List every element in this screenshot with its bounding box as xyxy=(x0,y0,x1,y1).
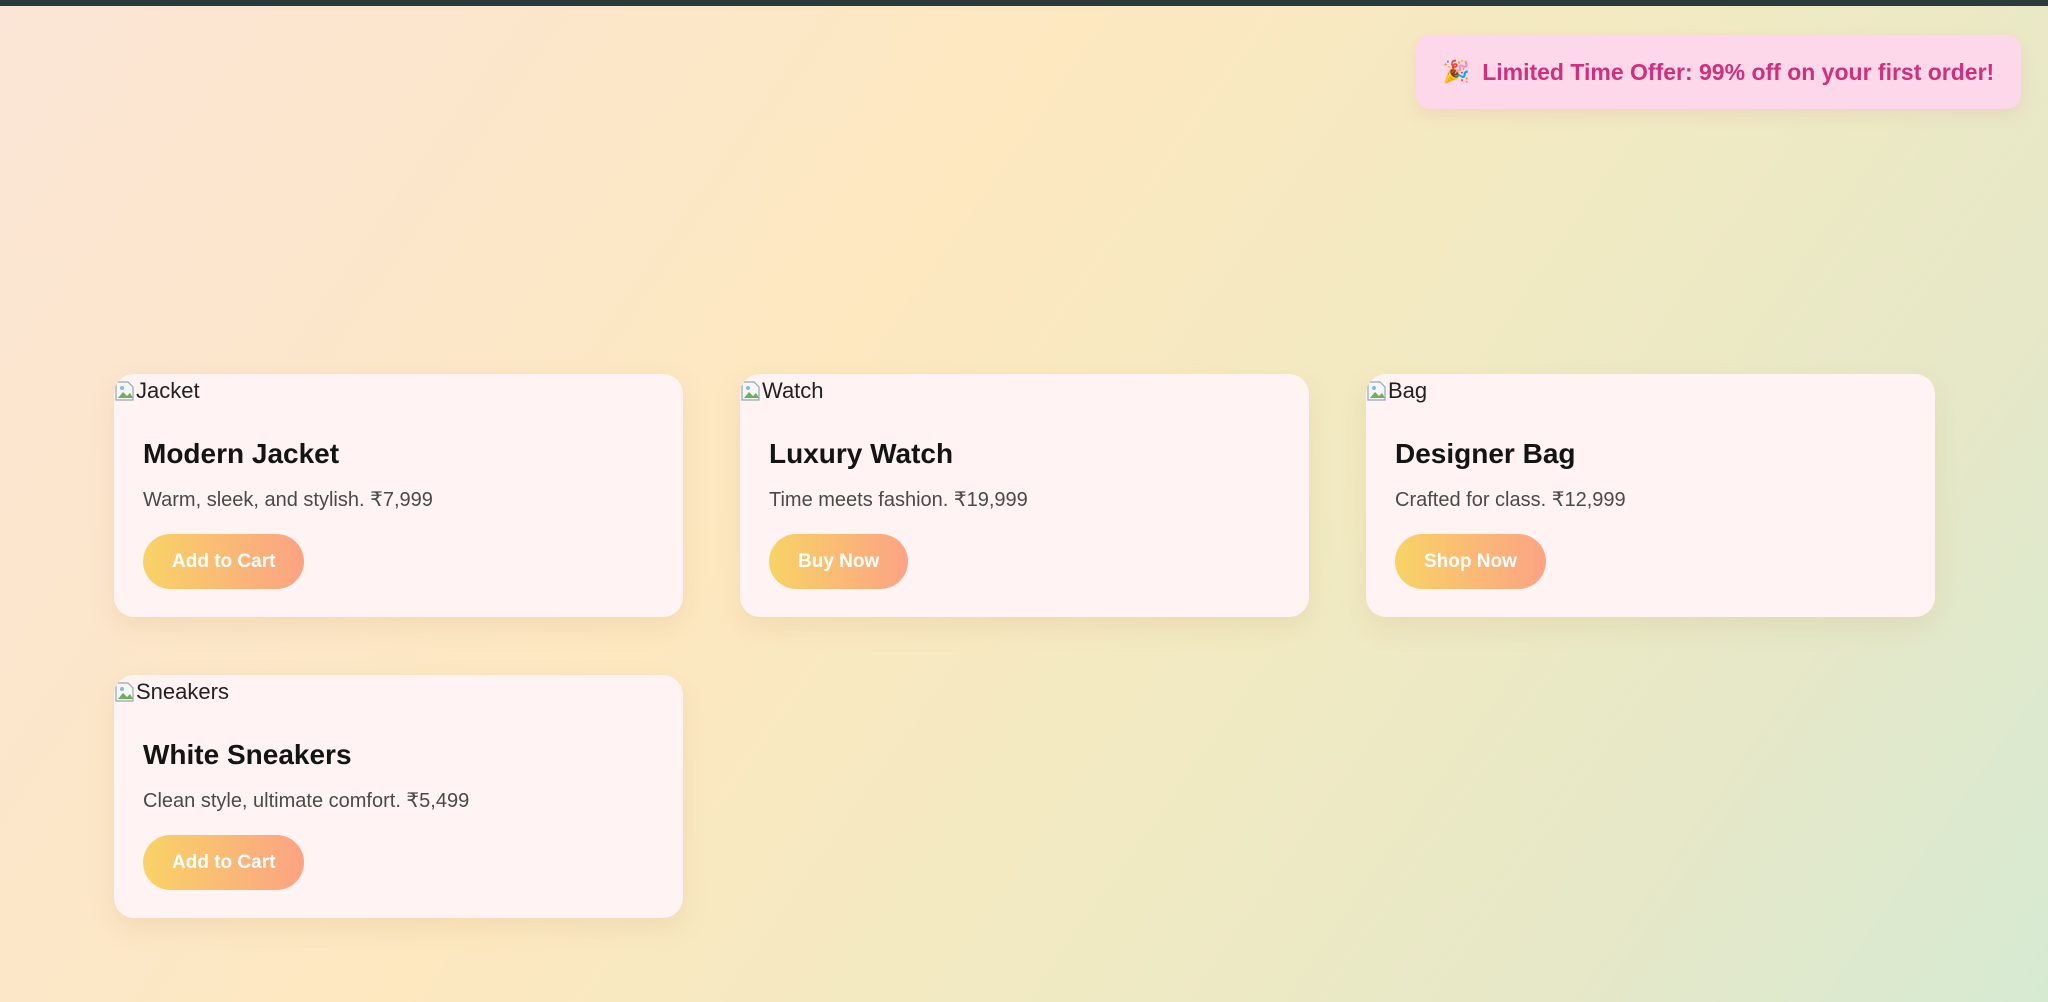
product-image-jacket: Jacket xyxy=(114,376,200,406)
image-alt-text: Jacket xyxy=(136,378,200,403)
product-image-sneakers: Sneakers xyxy=(114,677,229,707)
product-description: Clean style, ultimate comfort. ₹5,499 xyxy=(143,790,470,812)
product-description: Time meets fashion. ₹19,999 xyxy=(769,489,1028,511)
product-description: Crafted for class. ₹12,999 xyxy=(1395,489,1626,511)
product-card-sneakers: Sneakers White Sneakers Clean style, ult… xyxy=(114,675,683,918)
image-alt-text: Bag xyxy=(1388,378,1428,403)
top-bar xyxy=(0,0,2048,6)
product-title: Modern Jacket xyxy=(143,438,340,469)
add-to-cart-button[interactable]: Add to Cart xyxy=(143,534,305,589)
product-image-watch: Watch xyxy=(740,376,824,406)
product-title: White Sneakers xyxy=(143,739,352,770)
add-to-cart-button[interactable]: Add to Cart xyxy=(143,835,305,890)
offer-banner: 🎉 Limited Time Offer: 99% off on your fi… xyxy=(1416,35,2021,109)
product-card-jacket: Jacket Modern Jacket Warm, sleek, and st… xyxy=(114,374,683,617)
image-alt-text: Watch xyxy=(762,378,824,403)
party-popper-icon: 🎉 xyxy=(1442,59,1471,84)
image-alt-text: Sneakers xyxy=(136,679,229,704)
buy-now-button[interactable]: Buy Now xyxy=(769,534,909,589)
product-image-bag: Bag xyxy=(1366,376,1427,406)
product-title: Luxury Watch xyxy=(769,438,954,469)
broken-image-icon xyxy=(114,680,136,704)
offer-text: Limited Time Offer: 99% off on your firs… xyxy=(1482,58,1995,85)
broken-image-icon xyxy=(1366,379,1388,403)
product-description: Warm, sleek, and stylish. ₹7,999 xyxy=(143,489,433,511)
broken-image-icon xyxy=(740,379,762,403)
product-card-watch: Watch Luxury Watch Time meets fashion. ₹… xyxy=(740,374,1309,617)
product-title: Designer Bag xyxy=(1395,438,1576,469)
shop-now-button[interactable]: Shop Now xyxy=(1395,534,1546,589)
broken-image-icon xyxy=(114,379,136,403)
product-card-bag: Bag Designer Bag Crafted for class. ₹12,… xyxy=(1366,374,1935,617)
